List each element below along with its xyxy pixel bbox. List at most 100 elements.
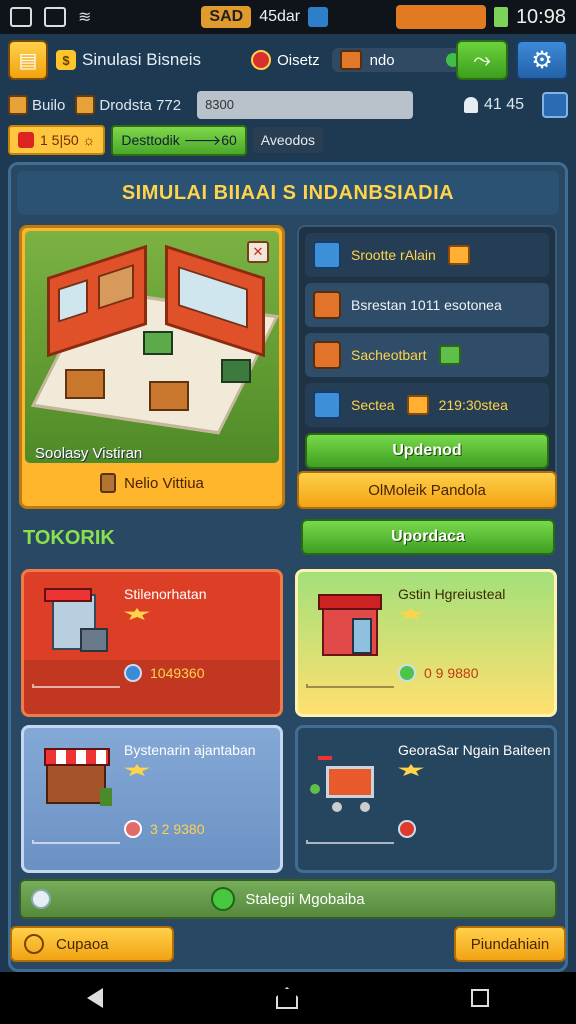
box-icon — [313, 241, 341, 269]
shopping-cart-icon — [310, 744, 386, 816]
store-cart — [221, 359, 251, 383]
advance-badge[interactable]: Aveodos — [252, 127, 324, 153]
store-counter — [65, 369, 105, 399]
resources-row: Builo Drodsta 772 8300 41 45 — [8, 90, 568, 120]
store-illustration: ✕ Soolasy Vistiran — [25, 231, 279, 463]
rating-icon — [398, 764, 424, 776]
right-footer-label: Piundahiain — [470, 935, 550, 953]
left-footer-button[interactable]: Cupaoa — [10, 926, 174, 962]
chest-icon — [339, 50, 362, 70]
share-icon: ⤳ — [473, 47, 491, 72]
coin-icon — [124, 820, 142, 838]
close-icon[interactable]: ✕ — [247, 241, 269, 263]
share-button[interactable]: ⤳ — [456, 40, 508, 80]
advance-badge-text: Aveodos — [260, 132, 316, 148]
business-card[interactable]: Gstin Hgreiusteal 0 9 9880 — [295, 569, 557, 717]
list-item-label: Srootte rAlain — [351, 247, 436, 263]
business-card[interactable]: Bystenarin ajantaban 3 2 9380 — [21, 725, 283, 873]
back-icon[interactable] — [86, 988, 103, 1008]
list-item-label: Sacheotbart — [351, 347, 427, 363]
coins-icon — [406, 395, 429, 415]
card-progress — [32, 684, 120, 688]
recents-icon[interactable] — [471, 989, 490, 1007]
discount-badge[interactable]: Desttodik 🡒60 — [111, 124, 247, 156]
panel-title: SIMULAI BIIAAI S INDANBSIADIA — [17, 171, 559, 215]
store-box — [143, 331, 173, 355]
card-value: 0 9 9880 — [398, 664, 479, 682]
resource-item: Drodsta 772 — [75, 95, 181, 115]
resource-item: Builo — [8, 95, 65, 115]
home-icon[interactable] — [275, 987, 298, 1009]
list-item[interactable]: Srootte rAlain — [305, 233, 549, 277]
update-button[interactable]: Updenod — [305, 433, 549, 469]
store-crate — [149, 381, 189, 411]
population-value: 41 45 — [483, 96, 524, 113]
badges-row: 1 5|50 ☼ Desttodik 🡒60 Aveodos — [8, 124, 568, 156]
resource-label: Drodsta 772 — [99, 96, 182, 114]
business-card[interactable]: Stilenorhatan 1049360 — [21, 569, 283, 717]
info-icon — [31, 889, 51, 909]
coin-icon — [398, 664, 416, 682]
cash-value: ndo — [369, 51, 395, 69]
status-bar: ≋ SAD 45dar 10:98 — [0, 0, 576, 34]
status-pill-text: SAD — [209, 8, 244, 25]
card-value-text: 1049360 — [150, 665, 205, 681]
section-title: TOKORIK — [23, 527, 115, 549]
clock-time: 10:98 — [515, 5, 566, 28]
star-icon: $ — [56, 50, 76, 70]
person-icon — [463, 97, 478, 113]
resource-label: Builo — [32, 96, 66, 114]
card-title: Bystenarin ajantaban — [124, 742, 256, 758]
clock-icon — [24, 934, 44, 954]
list-item[interactable]: Sacheotbart — [305, 333, 549, 377]
level-badge-text: 1 5|50 ☼ — [40, 132, 96, 148]
rating-icon — [124, 764, 150, 776]
hero-caption: Soolasy Vistiran — [35, 445, 143, 462]
store-window — [178, 265, 248, 329]
module-button[interactable]: OlMoleik Pandola — [297, 471, 557, 509]
shop-icon[interactable] — [542, 92, 568, 118]
list-item-extra: 219:30stea — [438, 397, 508, 413]
store-shelf — [98, 263, 134, 310]
globe-icon — [211, 887, 236, 911]
discount-badge-text: Desttodik 🡒60 — [121, 131, 237, 148]
card-title: GeoraSar Ngain Baiteen — [398, 742, 551, 758]
wifi-icon: ≋ — [78, 9, 92, 26]
card-value: 1049360 — [124, 664, 205, 682]
shop-icon — [313, 341, 341, 369]
upgrade-button[interactable]: Upordaca — [301, 519, 555, 555]
flag-icon — [18, 132, 34, 148]
box-icon — [8, 95, 28, 115]
rating-icon — [398, 608, 424, 620]
business-card[interactable]: GeoraSar Ngain Baiteen — [295, 725, 557, 873]
right-footer-button[interactable]: Piundahiain — [454, 926, 566, 962]
check-icon — [398, 820, 416, 838]
settings-button[interactable]: ⚙ — [516, 40, 568, 80]
gift-icon — [438, 345, 461, 365]
hero-button[interactable]: Nelio Vittiua — [25, 463, 279, 503]
strategy-button-label: Stalegii Mgobaiba — [245, 890, 365, 908]
bag-icon — [100, 473, 117, 493]
population-counter: 41 45 — [463, 96, 524, 114]
app-title: $ Sinulasi Bisneis — [56, 50, 201, 70]
system-nav-bar — [0, 972, 576, 1024]
card-progress — [306, 840, 394, 844]
left-footer-label: Cupaoa — [56, 935, 109, 953]
list-item-label: Bsrestan 1011 esotonea — [351, 297, 502, 313]
rating-icon — [124, 608, 150, 620]
level-badge[interactable]: 1 5|50 ☼ — [8, 125, 106, 155]
building-icon — [313, 391, 341, 419]
cart-icon — [447, 245, 470, 265]
list-item[interactable]: Bsrestan 1011 esotonea — [305, 283, 549, 327]
main-panel: SIMULAI BIIAAI S INDANBSIADIA ✕ Soolasy … — [8, 162, 568, 972]
list-item[interactable]: Sectea 219:30stea — [305, 383, 549, 427]
status-pill: SAD — [201, 6, 252, 28]
strategy-button[interactable]: Stalegii Mgobaiba — [19, 879, 557, 919]
cash-bar: ndo — [331, 48, 468, 72]
hero-button-label: Nelio Vittiua — [124, 474, 204, 492]
cash-counter[interactable]: Oisetz ndo — [251, 48, 468, 72]
stall-icon — [44, 744, 112, 816]
cash-label: Oisetz — [277, 51, 320, 69]
hero-card[interactable]: ✕ Soolasy Vistiran Nelio Vittiua — [19, 225, 285, 509]
list-item-label: Sectea — [351, 397, 395, 413]
